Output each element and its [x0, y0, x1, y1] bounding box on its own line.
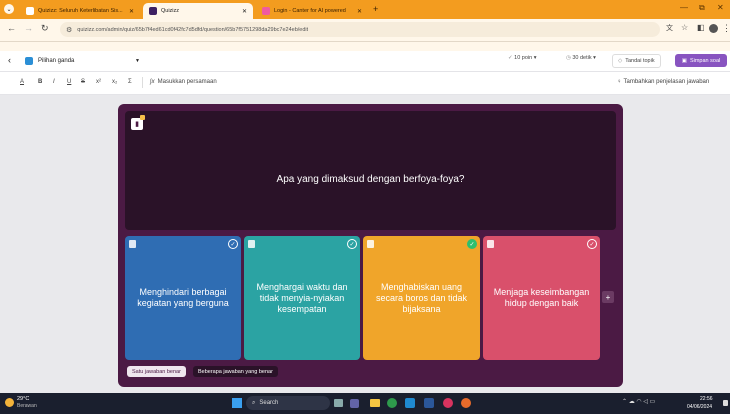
italic-button[interactable]: I: [53, 79, 55, 85]
save-icon: ▣: [681, 57, 687, 64]
chrome-icon[interactable]: [387, 398, 397, 408]
close-window-icon[interactable]: ✕: [717, 3, 724, 12]
close-tab-icon[interactable]: ✕: [353, 8, 362, 15]
restore-icon[interactable]: ⧉: [699, 3, 705, 13]
answer-option-4-text[interactable]: Menjaga keseimbangan hidup dengan baik: [491, 236, 592, 360]
weather-desc: Berawan: [17, 403, 37, 409]
forward-arrow-icon[interactable]: →: [24, 23, 33, 33]
site-favicon: [262, 7, 270, 15]
browser-tab-2-title: Quizizz: [161, 8, 180, 14]
translate-icon[interactable]: 文: [666, 23, 673, 33]
profile-avatar[interactable]: [709, 24, 718, 33]
points-select[interactable]: ✓ 10 poin ▾: [508, 55, 536, 61]
function-icon: ∫x: [150, 79, 155, 85]
formatting-toolbar: A B I U S x² x₂ Σ ∫x Masukkan persamaan ♀…: [0, 72, 730, 95]
subscript-button[interactable]: x₂: [112, 79, 117, 85]
taskbar-search[interactable]: ⌕ Search: [246, 396, 330, 410]
text-color-button[interactable]: A: [20, 79, 24, 85]
windows-start-icon[interactable]: [232, 398, 242, 408]
underline-button[interactable]: U: [67, 79, 71, 85]
time-select[interactable]: ◷ 30 detik ▾: [566, 55, 596, 61]
quizizz-favicon: [149, 7, 157, 15]
site-info-icon[interactable]: ⚙: [66, 26, 72, 34]
answer-option-2[interactable]: ✓ Menghargai waktu dan tidak menyia-nyia…: [244, 236, 360, 360]
clock-date[interactable]: 04/06/2024: [687, 404, 712, 410]
question-type-select[interactable]: Pilihan ganda ▼: [25, 54, 140, 67]
teams-icon[interactable]: [350, 399, 359, 408]
save-question-label: Simpan soal: [689, 57, 721, 64]
question-type-label: Pilihan ganda: [38, 57, 75, 64]
search-icon: ⌕: [252, 399, 256, 406]
file-explorer-icon[interactable]: [370, 399, 380, 407]
back-arrow-icon[interactable]: ←: [7, 23, 16, 33]
question-input-box[interactable]: [125, 111, 616, 230]
sigma-button[interactable]: Σ: [128, 79, 132, 85]
superscript-button[interactable]: x²: [96, 79, 101, 85]
url-field[interactable]: ⚙ quizizz.com/admin/quiz/65b7f4ed61cd0f4…: [60, 22, 660, 37]
paint-icon[interactable]: [461, 398, 471, 408]
single-answer-toggle[interactable]: Satu jawaban benar: [127, 366, 186, 377]
close-tab-icon[interactable]: ✕: [125, 8, 134, 15]
windows-taskbar: 29°C Berawan ⌕ Search ⌃ ☁ ◠ ◁ ▭ 22:56 04/…: [0, 393, 730, 414]
minimize-icon[interactable]: —: [680, 3, 688, 12]
add-option-button[interactable]: +: [602, 291, 614, 303]
answer-option-4[interactable]: ✓ Menjaga keseimbangan hidup dengan baik: [483, 236, 600, 360]
task-view-icon[interactable]: [334, 399, 343, 407]
browser-tab-1[interactable]: Quizizz: Seluruh Keterlibatan Sis... ✕: [20, 3, 140, 19]
time-label: 30 detik: [572, 55, 592, 61]
save-question-button[interactable]: ▣ Simpan soal: [675, 54, 727, 67]
browser-tab-3[interactable]: Login - Canter for AI powered ✕: [256, 3, 368, 19]
close-tab-icon[interactable]: ✕: [238, 8, 247, 15]
add-explanation-button[interactable]: ♀ Tambahkan penjelasan jawaban: [617, 79, 709, 85]
answer-option-1[interactable]: ✓ Menghindari berbagai kegiatan yang ber…: [125, 236, 241, 360]
tab-search-icon[interactable]: ⌄: [4, 4, 14, 14]
bookmarks-bar: [0, 42, 730, 51]
reload-icon[interactable]: ↻: [41, 23, 49, 34]
address-bar-row: ← → ↻ ⚙ quizizz.com/admin/quiz/65b7f4ed6…: [0, 19, 730, 42]
tag-topic-button[interactable]: ◇ Tandai topik: [612, 54, 661, 68]
strikethrough-button[interactable]: S: [81, 79, 85, 85]
answer-option-3[interactable]: ✓ Menghabiskan uang secara boros dan tid…: [363, 236, 480, 360]
clock-time[interactable]: 22:56: [700, 396, 713, 402]
bookmark-star-icon[interactable]: ☆: [681, 23, 688, 32]
divider: [142, 77, 143, 88]
menu-kebab-icon[interactable]: ⋮: [722, 23, 730, 34]
app-icon[interactable]: [443, 398, 453, 408]
quizizz-favicon: [26, 7, 34, 15]
browser-tab-2[interactable]: Quizizz ✕: [143, 3, 253, 19]
weather-temp: 29°C: [17, 396, 30, 402]
add-explanation-label: Tambahkan penjelasan jawaban: [623, 79, 710, 85]
notification-icon[interactable]: [723, 400, 728, 406]
word-icon[interactable]: [424, 398, 434, 408]
insert-equation-label: Masukkan persamaan: [157, 79, 217, 85]
back-chevron-icon[interactable]: ‹: [8, 55, 11, 65]
browser-tab-3-title: Login - Canter for AI powered: [274, 8, 346, 14]
browser-tab-strip: ⌄ Quizizz: Seluruh Keterlibatan Sis... ✕…: [0, 0, 730, 19]
new-tab-button[interactable]: +: [373, 4, 378, 14]
insert-equation-button[interactable]: ∫x Masukkan persamaan: [150, 79, 217, 85]
checkbox-list-icon: [25, 56, 33, 65]
bold-button[interactable]: B: [38, 79, 42, 85]
tray-icons[interactable]: ⌃ ☁ ◠ ◁ ▭: [622, 398, 655, 405]
multiple-answer-toggle[interactable]: Beberapa jawaban yang benar: [193, 366, 278, 377]
answer-option-3-text[interactable]: Menghabiskan uang secara boros dan tidak…: [371, 236, 472, 360]
answer-option-1-text[interactable]: Menghindari berbagai kegiatan yang bergu…: [133, 236, 233, 360]
browser-tab-1-title: Quizizz: Seluruh Keterlibatan Sis...: [38, 8, 123, 14]
question-text[interactable]: Apa yang dimaksud dengan berfoya-foya?: [125, 174, 616, 185]
media-badge-icon: [140, 115, 145, 120]
search-label: Search: [259, 400, 279, 406]
sidebar-icon[interactable]: ◧: [697, 23, 705, 32]
tag-topic-label: Tandai topik: [625, 58, 655, 64]
tag-icon: ◇: [618, 58, 623, 64]
editor-top-toolbar: ‹ Pilihan ganda ▼ ✓ 10 poin ▾ ◷ 30 detik…: [0, 51, 730, 72]
url-text: quizizz.com/admin/quiz/65b7f4ed61cd0f42f…: [77, 26, 309, 33]
store-icon[interactable]: [405, 398, 415, 408]
weather-icon: [5, 398, 14, 407]
lightbulb-icon: ♀: [617, 79, 622, 85]
chevron-down-icon: ▼: [135, 57, 140, 64]
answer-option-2-text[interactable]: Menghargai waktu dan tidak menyia-nyiaka…: [252, 236, 352, 360]
points-label: 10 poin: [514, 55, 533, 61]
